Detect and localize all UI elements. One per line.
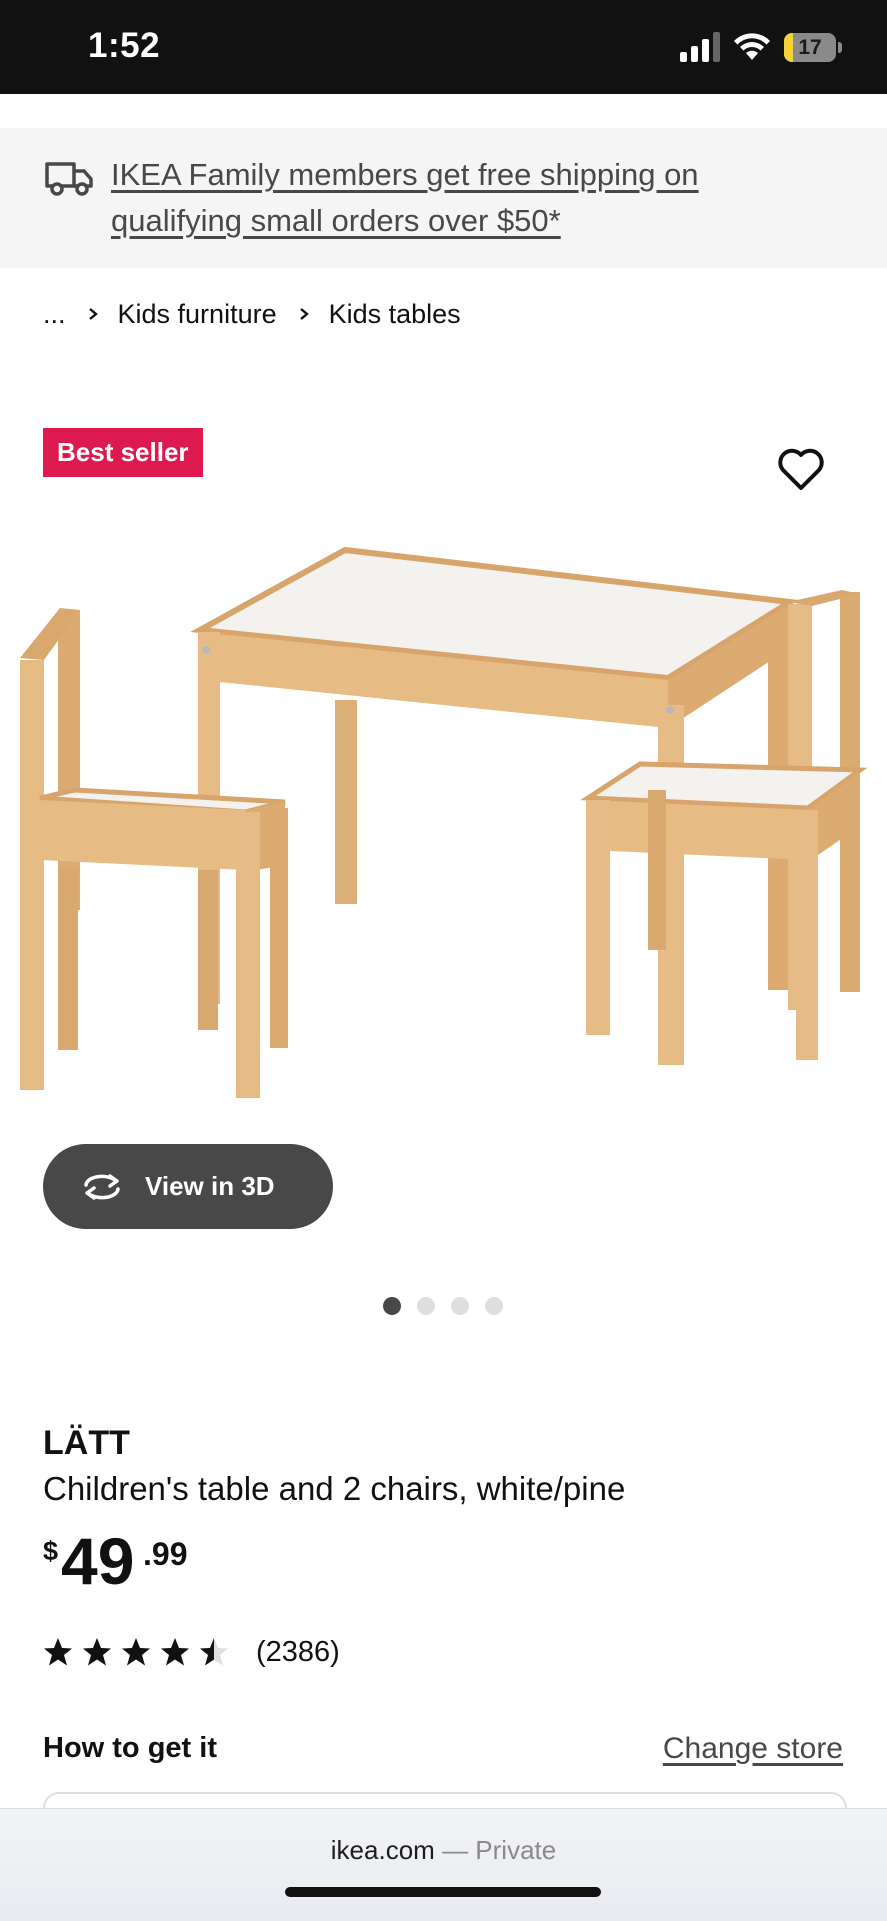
chevron-right-icon — [299, 308, 309, 320]
star-icon — [122, 1638, 150, 1666]
url-display[interactable]: ikea.com — Private — [0, 1835, 887, 1866]
view-in-3d-button[interactable]: View in 3D — [43, 1144, 333, 1229]
truck-icon — [45, 162, 93, 196]
shipping-offer-link[interactable]: IKEA Family members get free shipping on… — [111, 152, 811, 244]
star-icon — [83, 1638, 111, 1666]
chevron-right-icon — [88, 308, 98, 320]
url-domain: ikea.com — [330, 1835, 435, 1865]
breadcrumb: ... Kids furniture Kids tables — [43, 296, 461, 332]
star-icon — [200, 1638, 228, 1666]
breadcrumb-kids-furniture[interactable]: Kids furniture — [118, 299, 277, 330]
shipping-banner: IKEA Family members get free shipping on… — [0, 128, 887, 268]
rating[interactable]: (2386) — [43, 1632, 340, 1672]
battery-icon: 17 — [784, 33, 842, 62]
price-currency: $ — [43, 1536, 59, 1566]
battery-level: 17 — [798, 36, 822, 59]
product-name: LÄTT — [43, 1424, 130, 1462]
home-indicator[interactable] — [285, 1887, 601, 1897]
carousel-dot[interactable] — [417, 1297, 435, 1315]
status-time: 1:52 — [88, 26, 161, 65]
private-mode-label: — Private — [442, 1835, 557, 1865]
star-icon — [161, 1638, 189, 1666]
browser-address-bar[interactable]: ikea.com — Private — [0, 1808, 887, 1921]
carousel-dot[interactable] — [451, 1297, 469, 1315]
price-decimal: .99 — [143, 1536, 188, 1572]
product-description: Children's table and 2 chairs, white/pin… — [43, 1470, 626, 1507]
cellular-signal-icon — [680, 32, 720, 62]
rotate-3d-icon — [84, 1174, 120, 1200]
star-icon — [44, 1638, 72, 1666]
status-bar: 1:52 17 — [0, 0, 887, 94]
view-in-3d-label: View in 3D — [145, 1171, 275, 1201]
breadcrumb-kids-tables[interactable]: Kids tables — [329, 299, 461, 330]
breadcrumb-ellipsis[interactable]: ... — [43, 299, 66, 330]
product-image[interactable] — [0, 520, 887, 1120]
price-integer: 49 — [61, 1524, 135, 1598]
best-seller-badge: Best seller — [43, 428, 203, 477]
how-to-get-it-heading: How to get it — [43, 1732, 217, 1764]
review-count: (2386) — [256, 1635, 340, 1668]
change-store-link[interactable]: Change store — [663, 1732, 843, 1766]
carousel-dots[interactable] — [383, 1297, 503, 1315]
carousel-dot[interactable] — [485, 1297, 503, 1315]
wifi-icon — [734, 33, 770, 60]
carousel-dot[interactable] — [383, 1297, 401, 1315]
heart-icon[interactable] — [776, 446, 826, 492]
